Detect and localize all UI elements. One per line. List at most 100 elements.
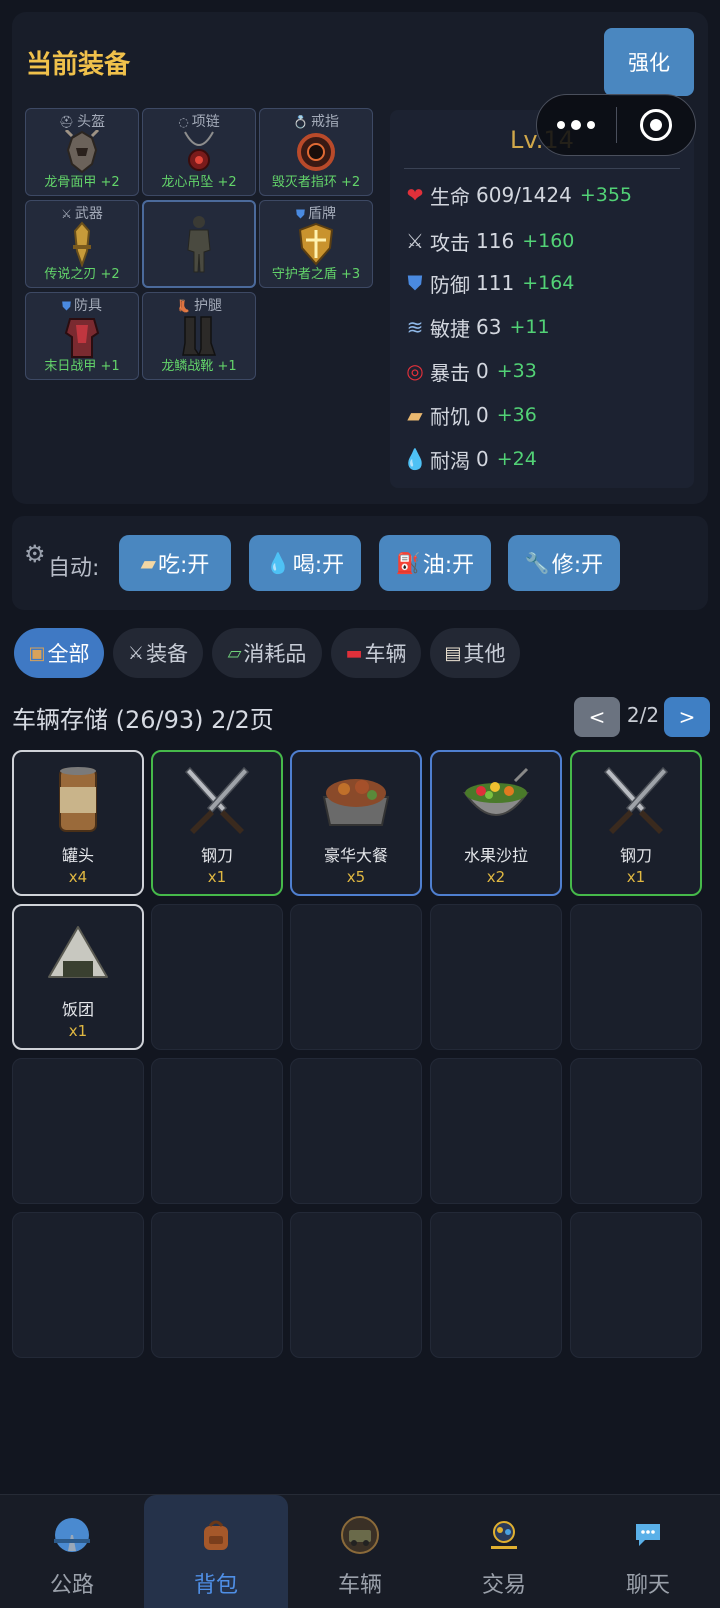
nav-vehicle[interactable]: 车辆 xyxy=(288,1495,432,1608)
equip-slot-ring[interactable]: 💍 戒指 毁灭者指环 +2 xyxy=(259,108,373,196)
nav-backpack[interactable]: 背包 xyxy=(144,1495,288,1608)
filter-consumables[interactable]: ▱ 消耗品 xyxy=(212,628,322,678)
knife-icon xyxy=(184,766,250,834)
target-icon: ◎ xyxy=(406,359,424,383)
dragon-boots-icon xyxy=(182,316,217,356)
more-icon[interactable] xyxy=(537,120,616,130)
backpack-icon xyxy=(196,1515,236,1555)
inventory-item-steel-knife[interactable]: 钢刀 x1 xyxy=(151,750,283,896)
stat-attack: ⚔ 攻击 116 +160 xyxy=(402,226,574,256)
prev-page-button[interactable]: < xyxy=(574,697,620,737)
necklace-icon: ◌ xyxy=(178,115,189,129)
guardian-shield-icon xyxy=(298,222,334,266)
empty-slot xyxy=(151,904,283,1050)
dragon-helmet-icon xyxy=(64,130,100,174)
vehicle-icon xyxy=(340,1515,380,1555)
filter-vehicles[interactable]: ▬ 车辆 xyxy=(331,628,421,678)
filter-other[interactable]: ▤ 其他 xyxy=(430,628,520,678)
bread-icon: ▰ xyxy=(140,551,156,575)
shield-icon: ⛊ xyxy=(295,207,305,221)
car-icon: ▬ xyxy=(345,642,363,664)
stat-agility: ≋ 敏捷 63 +11 xyxy=(402,312,550,342)
equip-slot-shield[interactable]: ⛊ 盾牌 守护者之盾 +3 xyxy=(259,200,373,288)
doom-armor-icon xyxy=(64,318,100,358)
equip-slot-armor[interactable]: ⛊ 防具 末日战甲 +1 xyxy=(25,292,139,380)
rice-ball-icon xyxy=(48,926,108,978)
pendant-icon xyxy=(184,131,214,171)
equipment-title: 当前装备 xyxy=(26,50,131,80)
stats-panel: Lv.14 xyxy=(390,110,694,488)
empty-slot xyxy=(570,904,702,1050)
nav-road[interactable]: 公路 xyxy=(0,1495,144,1608)
close-capsule-icon[interactable] xyxy=(617,109,696,141)
character-portrait[interactable] xyxy=(142,200,256,288)
empty-slot xyxy=(290,904,422,1050)
salad-icon xyxy=(463,767,529,816)
filter-all[interactable]: ▣ 全部 xyxy=(14,628,104,678)
knife-icon xyxy=(603,766,669,834)
legend-blade-icon xyxy=(73,221,91,267)
empty-slot xyxy=(430,1058,562,1204)
wrench-icon: 🔧 xyxy=(524,551,550,575)
bread-icon: ▰ xyxy=(407,403,423,427)
enhance-button[interactable]: 强化 xyxy=(604,28,694,96)
stat-thirst: 💧 耐渴 0 +24 xyxy=(402,447,537,473)
inventory-item-fruit-salad[interactable]: 水果沙拉 x2 xyxy=(430,750,562,896)
empty-slot xyxy=(570,1058,702,1204)
box-icon: ▣ xyxy=(28,642,46,664)
feast-icon xyxy=(322,779,390,826)
empty-slot xyxy=(12,1058,144,1204)
chat-icon xyxy=(628,1515,668,1555)
nav-trade[interactable]: 交易 xyxy=(432,1495,576,1608)
nav-chat[interactable]: 聊天 xyxy=(576,1495,720,1608)
heart-icon: ❤ xyxy=(406,183,424,207)
equip-slot-helmet[interactable]: ⛑ 头盔 龙骨面甲 +2 xyxy=(25,108,139,196)
stat-crit: ◎ 暴击 0 +33 xyxy=(402,356,537,386)
empty-slot xyxy=(570,1212,702,1358)
empty-slot xyxy=(290,1212,422,1358)
equip-slot-weapon[interactable]: ⚔ 武器 传说之刃 +2 xyxy=(25,200,139,288)
character-figure-icon xyxy=(187,216,211,273)
bottom-nav: 公路 背包 车辆 交易 聊天 xyxy=(0,1494,720,1608)
filter-equipment[interactable]: ⚔ 装备 xyxy=(113,628,203,678)
equip-slot-necklace[interactable]: ◌ 项链 龙心吊坠 +2 xyxy=(142,108,256,196)
gear-icon: ⚙ xyxy=(24,540,46,568)
inventory-item-steel-knife[interactable]: 钢刀 x1 xyxy=(570,750,702,896)
clipboard-icon: ▤ xyxy=(444,642,462,664)
droplet-icon: 💧 xyxy=(402,447,428,471)
trade-icon xyxy=(484,1515,524,1555)
stat-defense: ⛊ 防御 111 +164 xyxy=(402,268,575,298)
droplet-icon: 💧 xyxy=(265,551,291,575)
fuel-icon: ⛽ xyxy=(395,551,421,575)
empty-slot xyxy=(290,1058,422,1204)
divider xyxy=(404,168,680,169)
ring-icon: 💍 xyxy=(293,115,308,129)
empty-slot xyxy=(430,904,562,1050)
helmet-icon: ⛑ xyxy=(58,115,75,129)
armor-icon: ⛊ xyxy=(61,299,71,313)
syringe-icon: ▱ xyxy=(227,642,242,664)
swords-icon: ⚔ xyxy=(406,229,424,253)
inventory-item-can[interactable]: 罐头 x4 xyxy=(12,750,144,896)
swords-icon: ⚔ xyxy=(61,207,72,221)
miniprogram-capsule xyxy=(536,94,696,156)
boots-icon: 👢 xyxy=(176,299,191,313)
equip-slot-legs[interactable]: 👢 护腿 龙鳞战靴 +1 xyxy=(142,292,256,380)
inventory-item-rice-ball[interactable]: 饭团 x1 xyxy=(12,904,144,1050)
empty-slot xyxy=(151,1058,283,1204)
shield-icon: ⛊ xyxy=(407,271,423,295)
empty-slot xyxy=(430,1212,562,1358)
stat-hunger: ▰ 耐饥 0 +36 xyxy=(402,400,537,430)
wind-icon: ≋ xyxy=(406,315,424,339)
page-indicator: 2/2 xyxy=(626,703,660,727)
auto-fuel-toggle[interactable]: ⛽ 油:开 xyxy=(379,535,491,591)
auto-label: ⚙ xyxy=(24,540,48,568)
auto-eat-toggle[interactable]: ▰ 吃:开 xyxy=(119,535,231,591)
auto-drink-toggle[interactable]: 💧 喝:开 xyxy=(249,535,361,591)
can-icon xyxy=(59,767,97,832)
inventory-item-feast[interactable]: 豪华大餐 x5 xyxy=(290,750,422,896)
destroyer-ring-icon xyxy=(297,133,335,171)
next-page-button[interactable]: > xyxy=(664,697,710,737)
empty-slot xyxy=(151,1212,283,1358)
auto-repair-toggle[interactable]: 🔧 修:开 xyxy=(508,535,620,591)
